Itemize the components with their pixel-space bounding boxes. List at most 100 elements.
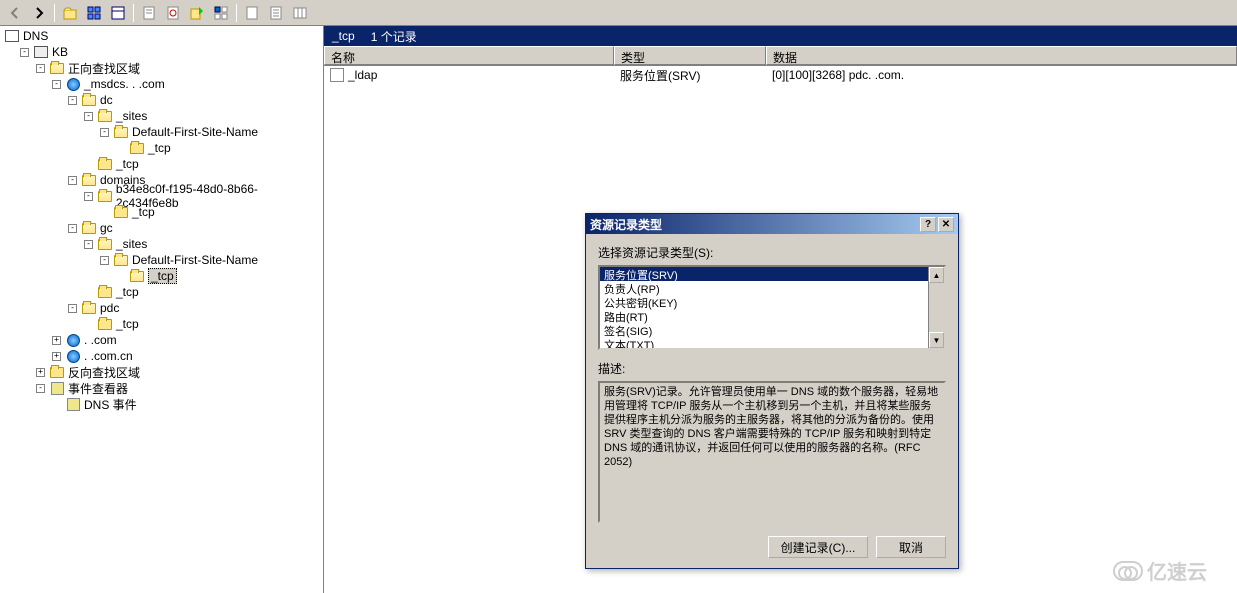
tree-dom1[interactable]: +. .com [50, 332, 321, 348]
tree-root-dns[interactable]: DNS [2, 28, 321, 44]
listbox-item[interactable]: 签名(SIG) [600, 323, 928, 337]
listbox-item[interactable]: 服务位置(SRV) [600, 267, 928, 281]
folder-icon [98, 159, 112, 170]
list-button[interactable] [265, 2, 287, 24]
list-row[interactable]: _ldap 服务位置(SRV) [0][100][3268] pdc. .com… [324, 66, 1237, 84]
collapse-icon[interactable]: - [100, 128, 109, 137]
col-data[interactable]: 数据 [766, 46, 1237, 65]
collapse-icon[interactable]: - [20, 48, 29, 57]
properties-button[interactable] [138, 2, 160, 24]
tree-dom2[interactable]: +. .com.cn [50, 348, 321, 364]
record-type-listbox[interactable]: 服务位置(SRV) 负责人(RP) 公共密钥(KEY) 路由(RT) 签名(SI… [598, 265, 946, 350]
collapse-icon[interactable]: - [68, 304, 77, 313]
collapse-icon[interactable]: - [68, 176, 77, 185]
tree-event-viewer[interactable]: - 事件查看器 [34, 380, 321, 396]
collapse-icon[interactable]: - [68, 224, 77, 233]
tree-label: _sites [116, 109, 147, 123]
record-count: 1 个记录 [371, 28, 417, 45]
scroll-up-icon[interactable]: ▲ [929, 267, 944, 283]
tree-guid[interactable]: -b34e8c0f-f195-48d0-8b66-2c434f6e8b [82, 188, 321, 204]
forward-button[interactable] [28, 2, 50, 24]
collapse-icon[interactable]: - [52, 80, 61, 89]
tree-tcp[interactable]: _tcp [114, 140, 321, 156]
folder-icon [50, 63, 64, 74]
dialog-body: 选择资源记录类型(S): 服务位置(SRV) 负责人(RP) 公共密钥(KEY)… [586, 234, 958, 533]
scroll-down-icon[interactable]: ▼ [929, 332, 944, 348]
tree-sites[interactable]: - _sites [82, 108, 321, 124]
zone-icon [67, 78, 80, 91]
collapse-icon[interactable]: - [36, 64, 45, 73]
tree-label: DNS [23, 29, 48, 43]
tree-tcp[interactable]: _tcp [82, 316, 321, 332]
cell-type: 服务位置(SRV) [614, 67, 766, 84]
tree-sites[interactable]: -_sites [82, 236, 321, 252]
collapse-icon[interactable]: - [68, 96, 77, 105]
column-button[interactable] [289, 2, 311, 24]
create-record-button[interactable]: 创建记录(C)... [768, 536, 868, 558]
scroll-track[interactable] [929, 283, 944, 332]
folder-icon [82, 175, 96, 186]
cancel-button[interactable]: 取消 [876, 536, 946, 558]
tree-tcp[interactable]: _tcp [82, 156, 321, 172]
tree-rev-zone[interactable]: +反向查找区域 [34, 364, 321, 380]
expand-icon[interactable]: + [52, 336, 61, 345]
help-button[interactable]: ? [920, 217, 936, 232]
listbox-item[interactable]: 负责人(RP) [600, 281, 928, 295]
collapse-icon[interactable]: - [36, 384, 45, 393]
dialog-titlebar[interactable]: 资源记录类型 ? ✕ [586, 214, 958, 234]
view-button[interactable] [83, 2, 105, 24]
folder-icon [98, 287, 112, 298]
tree-fwd-zone[interactable]: - 正向查找区域 [34, 60, 321, 76]
listbox-item[interactable]: 路由(RT) [600, 309, 928, 323]
tree-panel: DNS -KB -正向查找区域 -_msdcs. . .com -dc -_si… [0, 26, 324, 593]
dns-icon [5, 30, 19, 42]
folder-icon [130, 143, 144, 154]
tree-dc[interactable]: - dc [66, 92, 321, 108]
zone-icon [67, 334, 80, 347]
tree-server[interactable]: -KB [18, 44, 321, 60]
list-header: 名称 类型 数据 [324, 46, 1237, 66]
tree-pdc[interactable]: -pdc [66, 300, 321, 316]
separator [133, 4, 134, 22]
tree-label: DNS 事件 [84, 396, 137, 413]
back-button[interactable] [4, 2, 26, 24]
listbox-item[interactable]: 文本(TXT) [600, 337, 928, 348]
tree-default-site[interactable]: -Default-First-Site-Name [98, 252, 321, 268]
collapse-icon[interactable]: - [84, 112, 93, 121]
col-name[interactable]: 名称 [324, 46, 614, 65]
folder-icon [114, 255, 128, 266]
dialog-title: 资源记录类型 [590, 216, 662, 233]
tree-dns-events[interactable]: DNS 事件 [50, 396, 321, 412]
listbox-item[interactable]: 公共密钥(KEY) [600, 295, 928, 309]
collapse-icon[interactable]: - [100, 256, 109, 265]
watermark: 亿速云 [1113, 556, 1207, 585]
detail-button[interactable] [107, 2, 129, 24]
tree-label: _msdcs. . .com [84, 77, 165, 91]
close-button[interactable]: ✕ [938, 217, 954, 232]
description-label: 描述: [598, 360, 946, 377]
expand-icon[interactable]: + [52, 352, 61, 361]
help-button[interactable] [210, 2, 232, 24]
tree-label: dc [100, 93, 113, 107]
listbox-scrollbar[interactable]: ▲ ▼ [928, 267, 944, 348]
refresh-button[interactable] [162, 2, 184, 24]
tree-label: 正向查找区域 [68, 60, 140, 77]
server-icon [34, 46, 48, 58]
tree-tcp-selected[interactable]: _tcp [114, 268, 321, 284]
col-type[interactable]: 类型 [614, 46, 766, 65]
export-button[interactable] [186, 2, 208, 24]
collapse-icon[interactable]: - [84, 240, 93, 249]
collapse-icon[interactable]: - [84, 192, 93, 201]
tree-tcp[interactable]: _tcp [82, 284, 321, 300]
tree-label: 事件查看器 [68, 380, 128, 397]
description-text: 服务(SRV)记录。允许管理员使用单一 DNS 域的数个服务器，轻易地用管理将 … [598, 381, 946, 523]
folder-icon [82, 95, 96, 106]
tree-default-site[interactable]: -Default-First-Site-Name [98, 124, 321, 140]
tree-gc[interactable]: - gc [66, 220, 321, 236]
cell-text: _ldap [348, 68, 377, 82]
expand-icon[interactable]: + [36, 368, 45, 377]
tree-label: gc [100, 221, 113, 235]
tree-msdcs[interactable]: - _msdcs. . .com [50, 76, 321, 92]
grid-button[interactable] [241, 2, 263, 24]
up-button[interactable] [59, 2, 81, 24]
